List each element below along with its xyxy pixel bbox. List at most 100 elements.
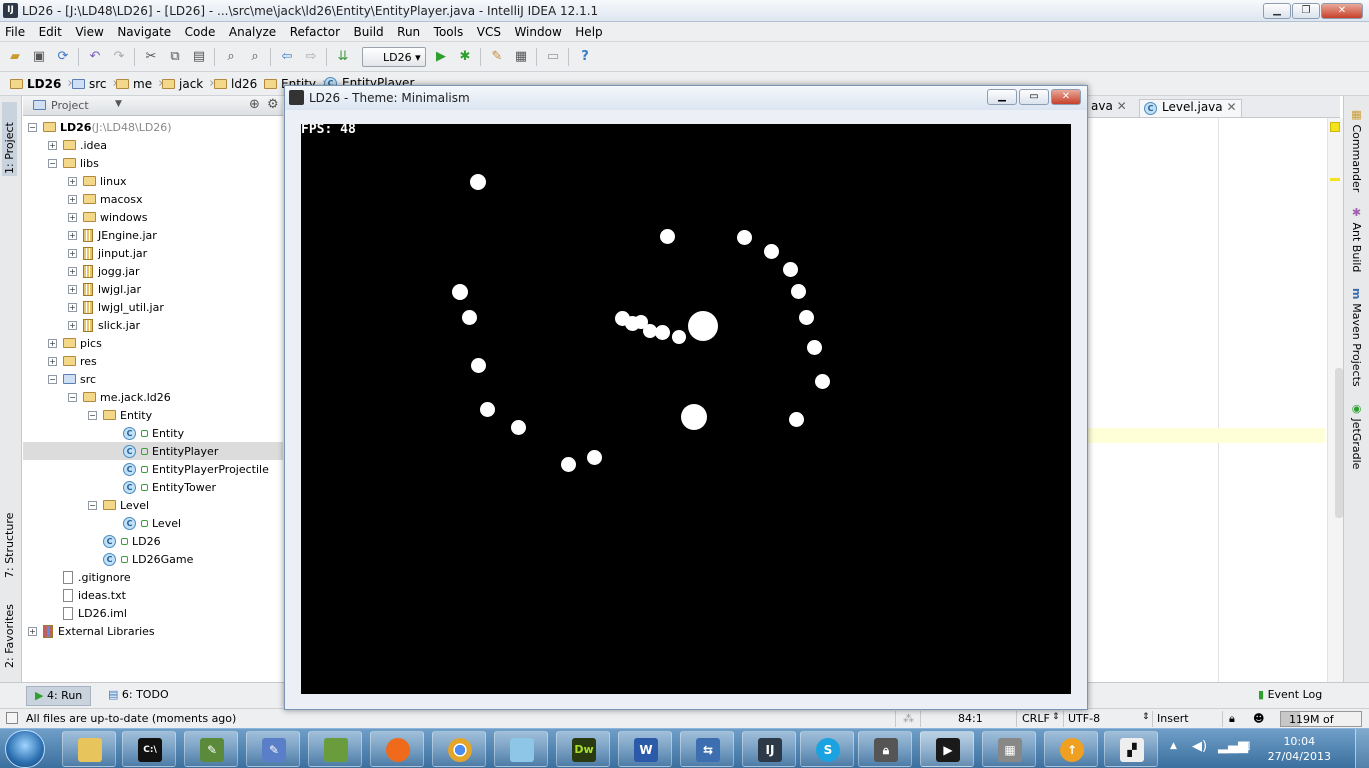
menu-run[interactable]: Run	[392, 22, 425, 39]
taskbar-app3[interactable]: ▞	[1104, 731, 1158, 767]
lock-icon[interactable]: 🔒︎	[1229, 712, 1235, 726]
taskbar-minecraft[interactable]	[308, 731, 362, 767]
tree-item[interactable]: C Entity	[23, 424, 184, 442]
tree-item[interactable]: C EntityTower	[23, 478, 216, 496]
tree-item[interactable]: + jinput.jar	[23, 244, 147, 262]
breadcrumb-ld26-pkg[interactable]: ld26›	[214, 76, 268, 91]
tool-jetgradle[interactable]: ◉ JetGradle	[1350, 402, 1363, 469]
menu-navigate[interactable]: Navigate	[112, 22, 176, 39]
tree-item[interactable]: ideas.txt	[23, 586, 126, 604]
redo-icon[interactable]: ↷	[110, 48, 128, 66]
menu-view[interactable]: View	[70, 22, 108, 39]
menu-build[interactable]: Build	[349, 22, 389, 39]
expand-icon[interactable]: +	[68, 302, 77, 312]
game-canvas[interactable]: FPS: 48	[301, 124, 1071, 694]
line-separator[interactable]: CRLF	[1022, 712, 1050, 725]
breadcrumb-src[interactable]: src›	[72, 76, 118, 91]
expand-icon[interactable]: +	[68, 230, 77, 240]
tree-item[interactable]: .gitignore	[23, 568, 131, 586]
tree-item[interactable]: − Entity	[23, 406, 152, 424]
tree-item[interactable]: + slick.jar	[23, 316, 140, 334]
tree-item[interactable]: + res	[23, 352, 97, 370]
taskbar-explorer[interactable]	[62, 731, 116, 767]
editor-scrollbar[interactable]	[1327, 118, 1343, 682]
undo-icon[interactable]: ↶	[86, 48, 104, 66]
menu-code[interactable]: Code	[180, 22, 221, 39]
menu-help[interactable]: Help	[570, 22, 607, 39]
tab-java-file[interactable]: ava ✕	[1087, 99, 1131, 117]
collapse-icon[interactable]: −	[48, 374, 57, 384]
taskbar-word[interactable]: W	[618, 731, 672, 767]
menu-vcs[interactable]: VCS	[472, 22, 506, 39]
expand-icon[interactable]: +	[48, 356, 57, 366]
taskbar-network[interactable]: ⇆	[680, 731, 734, 767]
show-desktop-button[interactable]	[1355, 729, 1369, 768]
menu-analyze[interactable]: Analyze	[224, 22, 281, 39]
find-icon[interactable]: ⌕	[222, 48, 240, 66]
maximize-button[interactable]: ❐	[1292, 3, 1320, 19]
collapse-icon[interactable]: −	[88, 410, 97, 420]
memory-indicator[interactable]: 119M of 494M	[1280, 711, 1362, 739]
taskbar-notes[interactable]	[494, 731, 548, 767]
taskbar-intellij[interactable]: IJ	[742, 731, 796, 767]
tree-item[interactable]: + lwjgl.jar	[23, 280, 141, 298]
expand-icon[interactable]: +	[68, 284, 77, 294]
close-button[interactable]: ✕	[1321, 3, 1363, 19]
expand-icon[interactable]: +	[68, 266, 77, 276]
caret-position[interactable]: 84:1	[958, 712, 983, 725]
tree-item[interactable]: − src	[23, 370, 96, 388]
tree-item[interactable]: + macosx	[23, 190, 142, 208]
inspector-icon[interactable]: ☻	[1253, 712, 1264, 725]
network-tray-icon[interactable]: ⊞	[1240, 739, 1251, 754]
tree-item[interactable]: + External Libraries	[23, 622, 155, 640]
taskbar-dreamweaver[interactable]: Dw	[556, 731, 610, 767]
warning-marker[interactable]	[1330, 178, 1340, 181]
taskbar-paint[interactable]: ✎	[246, 731, 300, 767]
taskbar-tools[interactable]: ▦	[982, 731, 1036, 767]
tree-item[interactable]: + JEngine.jar	[23, 226, 157, 244]
start-button[interactable]	[5, 730, 45, 768]
insert-mode[interactable]: Insert	[1157, 712, 1189, 725]
tool-event-log[interactable]: ▮ Event Log	[1258, 688, 1322, 701]
debug-icon[interactable]: ✱	[456, 48, 474, 66]
project-view-select[interactable]: Project	[51, 99, 89, 112]
breadcrumb-ld26[interactable]: LD26 ›	[10, 76, 73, 91]
menu-file[interactable]: File	[0, 22, 30, 39]
volume-icon[interactable]: ◀)	[1192, 739, 1207, 754]
taskbar-app2[interactable]: ↑	[1044, 731, 1098, 767]
tree-item[interactable]: − libs	[23, 154, 99, 172]
run-config-select[interactable]: LD26 ▾	[362, 47, 426, 67]
copy-icon[interactable]: ⧉	[166, 48, 184, 66]
replace-icon[interactable]: ⌕	[246, 48, 264, 66]
breadcrumb-me[interactable]: me ›	[116, 76, 163, 91]
settings-icon[interactable]: ✎	[488, 48, 506, 66]
tool-commander[interactable]: ▦ Commander	[1350, 108, 1363, 192]
taskbar-skype[interactable]: S	[800, 731, 854, 767]
game-maximize-button[interactable]: ▭	[1019, 89, 1049, 105]
expand-icon[interactable]: +	[68, 212, 77, 222]
tree-item[interactable]: − Level	[23, 496, 149, 514]
minimize-button[interactable]: ▁	[1263, 3, 1291, 19]
save-icon[interactable]: ▣	[30, 48, 48, 66]
clock[interactable]: 10:04 27/04/2013	[1268, 734, 1331, 764]
paste-icon[interactable]: ▤	[190, 48, 208, 66]
tree-item[interactable]: − me.jack.ld26	[23, 388, 171, 406]
tool-run[interactable]: ▶ 4: Run	[26, 686, 92, 706]
tree-item[interactable]: + jogg.jar	[23, 262, 140, 280]
taskbar-security[interactable]: 🔒︎	[858, 731, 912, 767]
expand-icon[interactable]: +	[48, 338, 57, 348]
game-minimize-button[interactable]: ▁	[987, 89, 1017, 105]
scrollbar-thumb[interactable]	[1335, 368, 1343, 518]
tree-item[interactable]: + windows	[23, 208, 147, 226]
tool-project[interactable]: 1: Project	[2, 102, 17, 176]
chevron-up-icon[interactable]: ▲	[1170, 741, 1177, 751]
expand-icon[interactable]: +	[68, 194, 77, 204]
tree-item[interactable]: LD26.iml	[23, 604, 127, 622]
tree-item[interactable]: − LD26 (J:\LD48\LD26)	[23, 118, 172, 136]
forward-icon[interactable]: ⇨	[302, 48, 320, 66]
tab-level-java[interactable]: C Level.java ✕	[1139, 99, 1242, 117]
target-icon[interactable]: ⊕	[249, 97, 260, 112]
tree-item[interactable]: C LD26	[23, 532, 161, 550]
game-close-button[interactable]: ✕	[1051, 89, 1081, 105]
sync-icon[interactable]: ⟳	[54, 48, 72, 66]
